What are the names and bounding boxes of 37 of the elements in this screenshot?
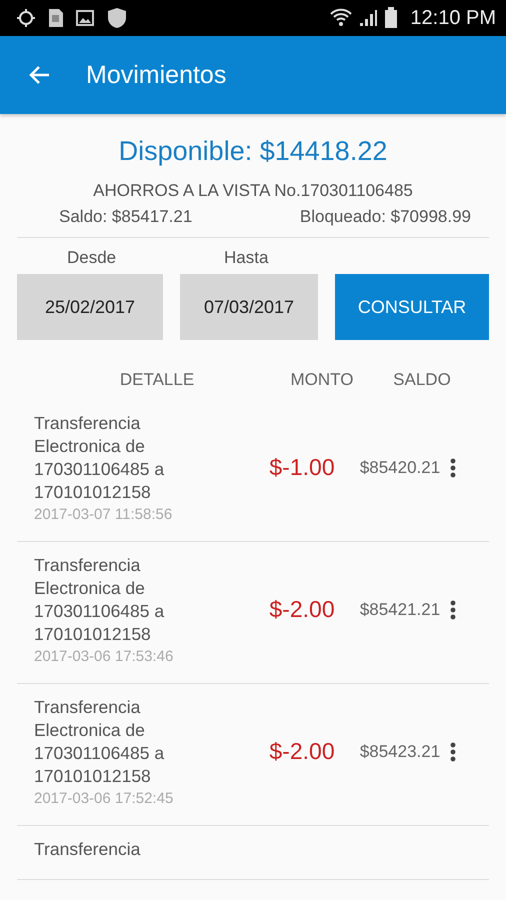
amount: $-2.00 [268,596,336,623]
more-options-icon[interactable] [450,600,456,620]
image-icon [76,9,94,27]
location-icon [16,8,36,28]
amount: $-1.00 [268,454,336,481]
to-date-field[interactable]: 07/03/2017 [180,274,318,340]
transaction-date: 2017-03-06 17:53:46 [34,648,174,665]
row-balance: $85423.21 [358,742,442,762]
wifi-icon [330,8,352,28]
transaction-detail: Transferencia [34,838,142,861]
battery-icon [384,7,398,29]
available-balance: Disponible: $14418.22 [118,136,388,167]
blocked-text: Bloqueado: $70998.99 [300,207,471,227]
screen-title: Movimientos [86,60,226,90]
transaction-date: 2017-03-07 11:58:56 [34,506,174,523]
transaction-detail: Transferencia Electronica de 170301106485 a 170101012158 [34,554,166,646]
more-options-icon[interactable] [450,458,456,478]
clock: 12:10 PM [410,6,496,30]
column-header: SALDO [392,370,452,391]
from-label: Desde [67,248,116,268]
column-header: DETALLE [118,370,196,391]
more-options-icon[interactable] [450,742,456,762]
row-balance: $85420.21 [358,458,442,478]
transaction-detail: Transferencia Electronica de 170301106485 a 170101012158 [34,412,166,504]
account-name: AHORROS A LA VISTA No.170301106485 [92,181,414,201]
shield-icon [106,7,128,29]
row-balance: $85421.21 [358,600,442,620]
to-label: Hasta [224,248,268,268]
sd-card-icon [48,8,64,28]
column-header: MONTO [290,370,354,391]
from-date-field[interactable]: 25/02/2017 [17,274,163,340]
transaction-detail: Transferencia Electronica de 170301106485 a 170101012158 [34,696,166,788]
balance-text: Saldo: $85417.21 [59,207,192,227]
amount: $-2.00 [268,738,336,765]
signal-icon [358,8,378,28]
search-button[interactable]: CONSULTAR [335,274,489,340]
transaction-date: 2017-03-06 17:52:45 [34,790,174,807]
